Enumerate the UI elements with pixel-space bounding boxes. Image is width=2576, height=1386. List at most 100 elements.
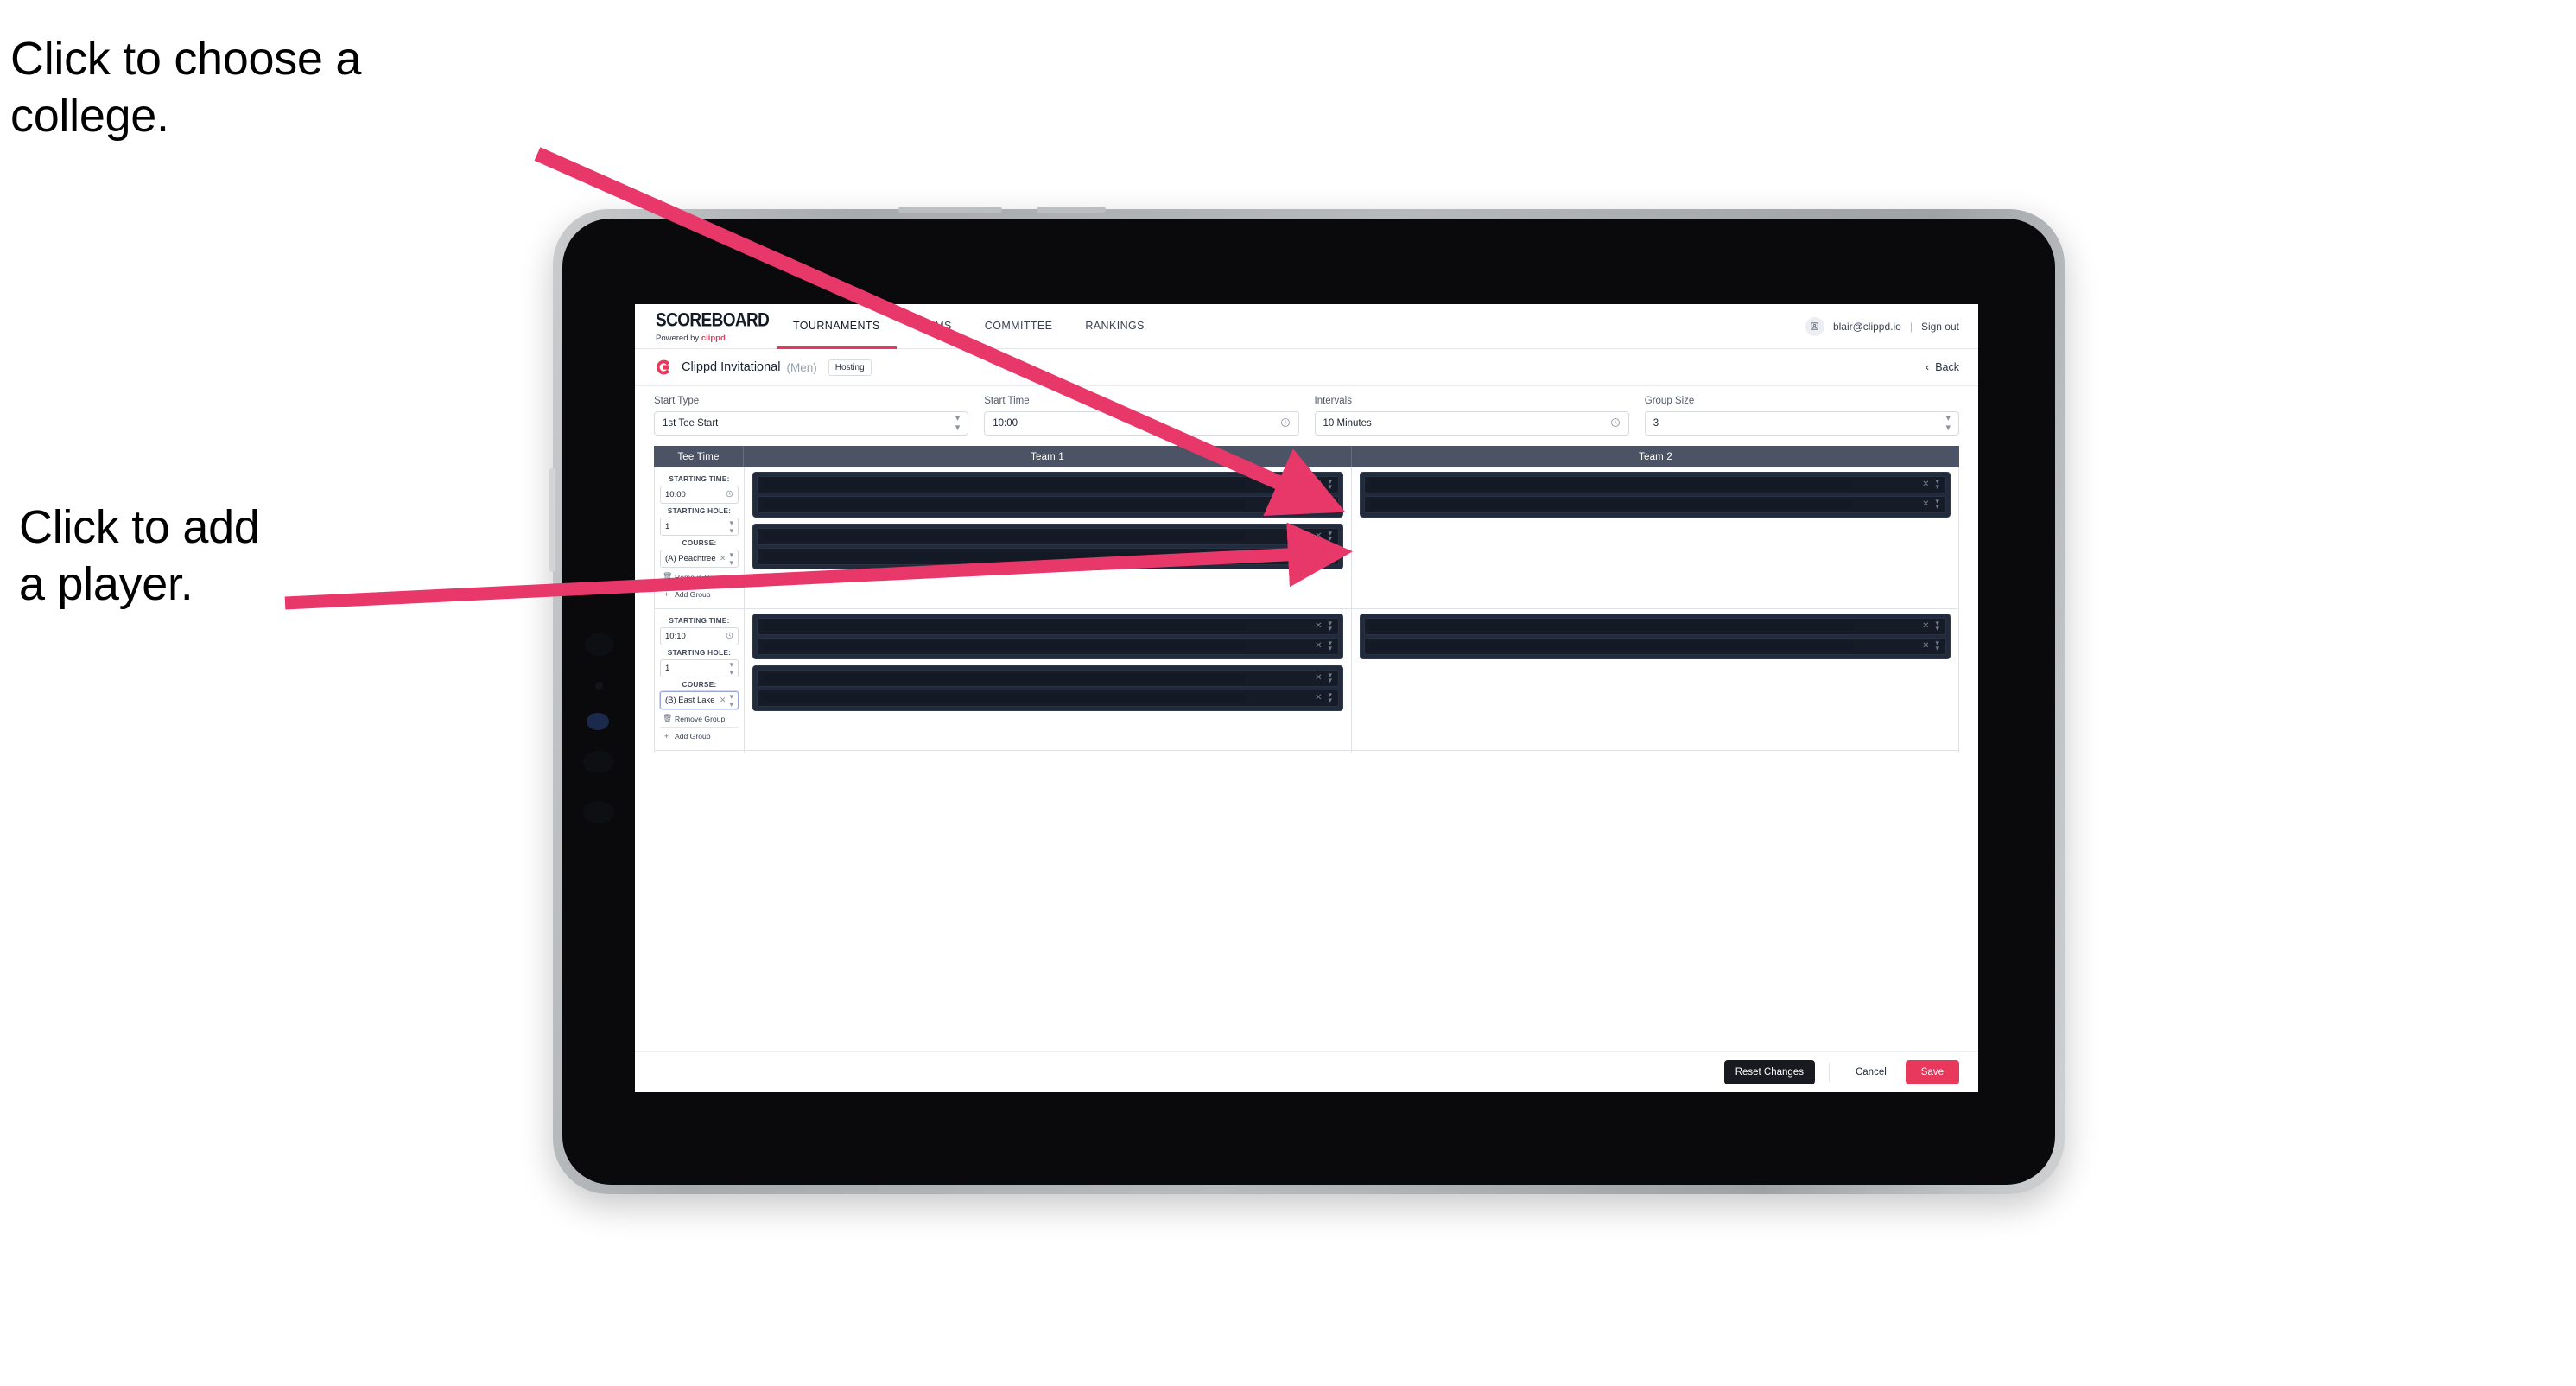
stepper-icon[interactable]: ▾ ▾ — [729, 692, 733, 709]
player-slot[interactable]: ✕ ▾ ▾ — [757, 670, 1339, 687]
back-button[interactable]: ‹ Back — [1926, 361, 1959, 373]
stepper-icon[interactable]: ▾ ▾ — [1328, 691, 1332, 704]
label-group-size: Group Size — [1644, 396, 1695, 406]
starting-hole-value: 1 — [665, 522, 670, 531]
player-slot[interactable]: ✕ ▾ ▾ — [757, 548, 1339, 565]
remove-group-button[interactable]: 🗑 Remove Group — [660, 568, 739, 586]
stepper-icon[interactable]: ▾ ▾ — [1328, 478, 1332, 491]
add-group-button[interactable]: + Add Group — [660, 728, 739, 744]
stepper-icon[interactable]: ▾ ▾ — [1328, 639, 1332, 652]
close-x-icon[interactable]: ✕ — [720, 696, 726, 704]
device-lens-dot — [587, 713, 609, 730]
remove-group-button[interactable]: 🗑 Remove Group — [660, 709, 739, 728]
stepper-icon[interactable]: ▾ ▾ — [1328, 671, 1332, 684]
player-slot[interactable]: ✕ ▾ ▾ — [1364, 618, 1946, 635]
nav-tab-tournaments[interactable]: TOURNAMENTS — [777, 304, 897, 349]
column-header-team-2: Team 2 — [1639, 451, 1672, 462]
add-group-button[interactable]: + Add Group — [660, 586, 739, 602]
player-slot[interactable]: ✕ ▾ ▾ — [757, 638, 1339, 655]
start-time-input[interactable]: 10:00 — [984, 411, 1299, 436]
close-x-icon[interactable]: ✕ — [1315, 532, 1322, 541]
player-name-placeholder — [763, 500, 1247, 509]
field-start-time: Start Time 10:00 — [984, 396, 1299, 436]
account-area: blair@clippd.io | Sign out — [1805, 304, 1978, 348]
player-slot[interactable]: ✕ ▾ ▾ — [1364, 496, 1946, 513]
label-start-time: Start Time — [984, 396, 1030, 406]
starting-time-input[interactable]: 10:10 — [660, 627, 739, 645]
hosting-badge: Hosting — [828, 359, 872, 376]
starting-hole-input[interactable]: 1 ▾ ▾ — [660, 518, 739, 536]
cancel-button[interactable]: Cancel — [1843, 1060, 1899, 1084]
close-x-icon[interactable]: ✕ — [1315, 642, 1322, 651]
close-x-icon[interactable]: ✕ — [1922, 500, 1929, 509]
player-slot[interactable]: ✕ ▾ ▾ — [757, 528, 1339, 545]
action-divider — [1828, 1062, 1830, 1082]
save-button[interactable]: Save — [1905, 1059, 1959, 1084]
close-x-icon[interactable]: ✕ — [1315, 552, 1322, 561]
stepper-icon[interactable]: ▾ ▾ — [1945, 414, 1951, 433]
player-slot[interactable]: ✕ ▾ ▾ — [757, 690, 1339, 707]
close-x-icon[interactable]: ✕ — [1315, 694, 1322, 703]
player-slot[interactable]: ✕ ▾ ▾ — [1364, 476, 1946, 493]
stepper-icon[interactable]: ▾ ▾ — [1935, 620, 1939, 633]
stepper-icon[interactable]: ▾ ▾ — [1328, 498, 1332, 511]
team-1-cell: ✕▾▾✕▾▾ — [745, 751, 1352, 753]
close-x-icon[interactable]: ✕ — [720, 555, 726, 563]
trash-icon: 🗑 — [663, 714, 673, 722]
team-2-cell: ✕▾▾✕▾▾ — [1352, 751, 1958, 753]
stepper-icon[interactable]: ▾ ▾ — [729, 518, 733, 535]
starting-time-value: 10:00 — [665, 490, 686, 499]
device-top-button-a — [898, 207, 1002, 213]
plus-icon: + — [663, 732, 669, 741]
course-select[interactable]: (A) Peachtree GC ✕▾▾ — [660, 550, 739, 568]
group-size-input[interactable]: 3 ▾ ▾ — [1644, 411, 1959, 436]
tournament-name: Clippd Invitational — [682, 360, 781, 374]
player-slot[interactable]: ✕ ▾ ▾ — [1364, 638, 1946, 655]
stepper-icon[interactable]: ▾ ▾ — [1328, 530, 1332, 543]
stepper-icon[interactable]: ▾ ▾ — [1328, 620, 1332, 633]
stepper-icon[interactable]: ▾ ▾ — [955, 414, 961, 433]
tournament-gender: (Men) — [786, 360, 817, 374]
stepper-icon[interactable]: ▾ ▾ — [1935, 478, 1939, 491]
clock-icon[interactable] — [726, 632, 733, 641]
intervals-input[interactable]: 10 Minutes — [1314, 411, 1629, 436]
player-slot[interactable]: ✕ ▾ ▾ — [757, 618, 1339, 635]
user-badge-icon[interactable] — [1805, 316, 1824, 336]
stepper-icon[interactable]: ▾ ▾ — [729, 660, 733, 677]
team2-group: ✕ ▾ ▾ ✕ ▾ ▾ — [1360, 472, 1951, 518]
team-2-cell: ✕ ▾▾ ✕ ▾▾ — [1352, 609, 1958, 750]
starting-time-input[interactable]: 10:00 — [660, 486, 739, 504]
label-start-type: Start Type — [654, 396, 700, 406]
player-name-placeholder — [1370, 480, 1854, 489]
device-top-button-b — [1037, 207, 1106, 213]
close-x-icon[interactable]: ✕ — [1922, 622, 1929, 631]
player-slot[interactable]: ✕ ▾ ▾ — [757, 496, 1339, 513]
close-x-icon[interactable]: ✕ — [1315, 622, 1322, 631]
close-x-icon[interactable]: ✕ — [1315, 500, 1322, 509]
stepper-icon[interactable]: ▾ ▾ — [1935, 498, 1939, 511]
nav-tab-committee[interactable]: COMMITTEE — [968, 304, 1069, 349]
reset-changes-button[interactable]: Reset Changes — [1723, 1059, 1815, 1084]
close-x-icon[interactable]: ✕ — [1922, 480, 1929, 489]
close-x-icon[interactable]: ✕ — [1922, 642, 1929, 651]
player-slot[interactable]: ✕ ▾ ▾ — [757, 476, 1339, 493]
close-x-icon[interactable]: ✕ — [1315, 674, 1322, 683]
device-side-button — [549, 468, 555, 572]
stepper-icon[interactable]: ▾ ▾ — [729, 550, 733, 567]
close-x-icon[interactable]: ✕ — [1315, 480, 1322, 489]
clock-icon[interactable] — [726, 490, 733, 499]
app-logo[interactable]: SCOREBOARD Powered by clippd — [635, 304, 770, 348]
start-type-select[interactable]: 1st Tee Start ▾ ▾ — [654, 411, 969, 436]
stepper-icon[interactable]: ▾ ▾ — [1328, 550, 1332, 563]
clock-icon[interactable] — [1280, 417, 1291, 430]
device-camera-dot — [585, 633, 614, 656]
team1-group: ✕ ▾ ▾ ✕ ▾ ▾ — [752, 614, 1343, 659]
nav-tab-teams[interactable]: TEAMS — [897, 304, 968, 349]
starting-hole-input[interactable]: 1 ▾ ▾ — [660, 659, 739, 677]
tee-sheet-body-wrap[interactable]: STARTING TIME: 10:00 STARTING HOLE: 1 ▾ ▾ COUR… — [635, 467, 1978, 753]
course-select[interactable]: (B) East Lake GC ✕▾▾ — [660, 691, 739, 709]
clock-icon[interactable] — [1610, 417, 1621, 430]
sign-out-link[interactable]: Sign out — [1921, 321, 1959, 333]
stepper-icon[interactable]: ▾ ▾ — [1935, 639, 1939, 652]
nav-tab-rankings[interactable]: RANKINGS — [1069, 304, 1161, 349]
